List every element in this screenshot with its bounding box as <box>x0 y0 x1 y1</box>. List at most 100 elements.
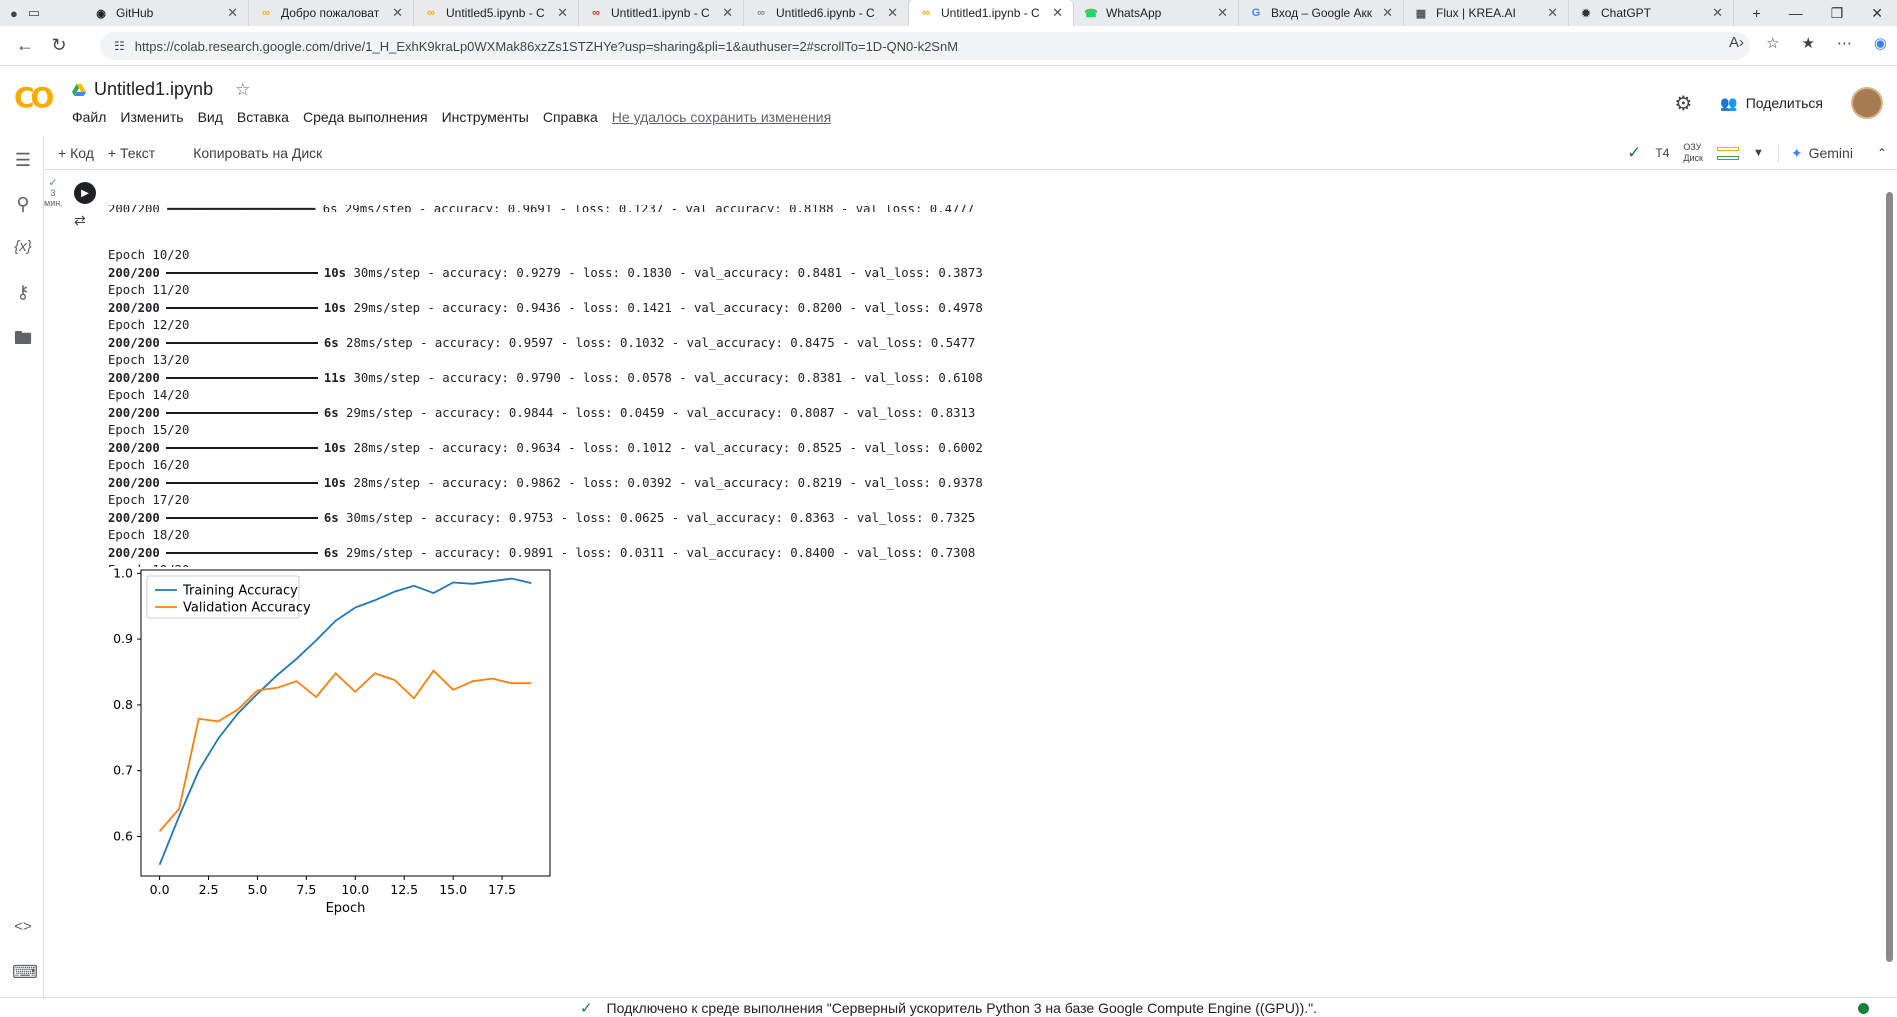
browser-tab[interactable]: ∞ Untitled6.ipynb - C ✕ <box>744 0 909 26</box>
epoch-header: Epoch 16/20 <box>108 458 190 472</box>
add-text-button[interactable]: + Текст <box>108 145 155 161</box>
copilot-icon[interactable]: ◉ <box>1874 34 1887 52</box>
close-tab-icon[interactable]: ✕ <box>392 5 403 21</box>
copy-to-drive-button[interactable]: Копировать на Диск <box>193 145 322 161</box>
epoch-time: 11s <box>323 370 347 385</box>
more-menu-icon[interactable]: ⋯ <box>1837 34 1852 52</box>
secrets-key-icon[interactable]: ⚷ <box>12 282 34 303</box>
output-actions-icon[interactable]: ⇄ <box>74 212 86 229</box>
files-folder-icon[interactable]: 🖿 <box>12 326 34 356</box>
menu-item[interactable]: Справка <box>543 109 598 125</box>
workspaces-icon[interactable]: ▭ <box>28 5 40 21</box>
tab-title: Untitled1.ipynb - C <box>611 6 710 20</box>
menu-bar: Файл Изменить Вид Вставка Среда выполнения Ин… <box>72 109 831 125</box>
status-check-icon: ✓ <box>579 999 593 1017</box>
epoch-progress-line: 200/200 10s 28ms/step - accuracy: 0.9862 … <box>108 475 1868 493</box>
ram-label: ОЗУ <box>1683 142 1702 152</box>
unsaved-changes-link[interactable]: Не удалось сохранить изменения <box>612 109 831 125</box>
colab-icon: ∞ <box>427 7 435 19</box>
close-window-icon[interactable]: ✕ <box>1871 5 1883 22</box>
browser-tab[interactable]: ∞ Untitled5.ipynb - C ✕ <box>414 0 579 26</box>
browser-tab[interactable]: ∞ Untitled1.ipynb - C ✕ <box>909 0 1074 26</box>
close-tab-icon[interactable]: ✕ <box>1382 5 1393 21</box>
epoch-steps: 200/200 <box>108 545 160 560</box>
tab-title: Вход – Google Акк <box>1271 6 1373 20</box>
epoch-metrics: 28ms/step - accuracy: 0.9862 - loss: 0.0… <box>346 475 983 490</box>
resource-bars <box>1716 146 1739 160</box>
browser-tab[interactable]: ∞ Untitled1.ipynb - C ✕ <box>579 0 744 26</box>
menu-item[interactable]: Изменить <box>120 109 183 125</box>
menu-item[interactable]: Среда выполнения <box>303 109 428 125</box>
avatar[interactable] <box>1851 87 1883 119</box>
profile-icon[interactable]: ● <box>10 6 18 21</box>
epoch-progress-line: 200/200 10s 28ms/step - accuracy: 0.9634 … <box>108 440 1868 458</box>
new-tab-icon[interactable]: + <box>1753 5 1761 21</box>
x-tick-label: 0.0 <box>150 882 170 897</box>
connection-status-dot[interactable] <box>1858 1003 1869 1014</box>
collapse-header-icon[interactable]: ⌃ <box>1877 146 1887 160</box>
run-cell-button[interactable]: ▶ <box>74 182 96 204</box>
epoch-time: 6s <box>323 510 339 525</box>
epoch-header: Epoch 13/20 <box>108 353 190 367</box>
left-sidebar: ☰ ⚲ {x} ⚷ 🖿 <> ⌨ <box>0 136 44 998</box>
close-tab-icon[interactable]: ✕ <box>722 5 733 21</box>
close-tab-icon[interactable]: ✕ <box>1547 5 1558 21</box>
settings-gear-icon[interactable]: ⚙ <box>1674 91 1692 116</box>
minimize-icon[interactable]: — <box>1789 5 1803 21</box>
runtime-status[interactable]: ✓ T4 ОЗУ Диск ▼ ✦ Gemini ⌃ <box>1627 142 1887 164</box>
collections-icon[interactable]: ★ <box>1801 34 1814 52</box>
disk-label: Диск <box>1683 153 1703 163</box>
tab-title: ChatGPT <box>1601 6 1652 20</box>
epoch-progress-line: 200/200 6s 28ms/step - accuracy: 0.9597 -… <box>108 335 1868 353</box>
table-of-contents-icon[interactable]: ☰ <box>12 150 34 171</box>
gemini-button[interactable]: ✦ Gemini <box>1777 144 1853 162</box>
header-actions: ⚙ 👥 Поделиться <box>1674 87 1883 119</box>
browser-tab[interactable]: ∞ Добро пожаловат ✕ <box>249 0 414 26</box>
vertical-scrollbar[interactable] <box>1882 172 1897 992</box>
read-aloud-icon[interactable]: A› <box>1729 34 1744 52</box>
menu-item[interactable]: Файл <box>72 109 106 125</box>
scrollbar-thumb[interactable] <box>1886 192 1893 962</box>
restore-icon[interactable]: ❐ <box>1831 5 1844 22</box>
browser-tab[interactable]: ☎ WhatsApp ✕ <box>1074 0 1239 26</box>
epoch-progress-line: 200/200 10s 30ms/step - accuracy: 0.9279 … <box>108 265 1868 283</box>
menu-item[interactable]: Инструменты <box>442 109 529 125</box>
tab-list: ◉ GitHub ✕ ∞ Добро пожаловат ✕ ∞ Untitled5.ipyn… <box>84 0 1734 26</box>
site-info-icon[interactable]: ☷ <box>114 39 125 53</box>
menu-item[interactable]: Вид <box>198 109 223 125</box>
favorite-star-icon[interactable]: ☆ <box>1766 34 1779 52</box>
add-code-button[interactable]: + Код <box>58 145 94 161</box>
cell-gutter: ✓ 3 мин. ▶ ⇄ <box>44 172 104 992</box>
browser-tab[interactable]: ✹ ChatGPT ✕ <box>1569 0 1734 26</box>
runtime-dropdown-icon[interactable]: ▼ <box>1753 147 1764 159</box>
tab-title: Untitled1.ipynb - C <box>941 6 1040 20</box>
close-tab-icon[interactable]: ✕ <box>227 5 238 21</box>
reload-icon[interactable]: ↻ <box>42 35 76 56</box>
browser-tab[interactable]: ◉ GitHub ✕ <box>84 0 249 26</box>
back-icon[interactable]: ← <box>8 35 42 56</box>
notebook-title-row: Untitled1.ipynb ☆ <box>72 79 250 100</box>
close-tab-icon[interactable]: ✕ <box>1712 5 1723 21</box>
notebook-title[interactable]: Untitled1.ipynb <box>94 79 213 100</box>
accuracy-chart: 0.0 2.5 5.0 7.5 10.0 12.5 15.0 17.5 0.6 0.7 0.8 0.9… <box>93 560 688 990</box>
close-tab-icon[interactable]: ✕ <box>557 5 568 21</box>
share-button[interactable]: 👥 Поделиться <box>1710 91 1833 116</box>
legend-label: Validation Accuracy <box>183 601 311 616</box>
browser-tab[interactable]: ▦ Flux | KREA.AI ✕ <box>1404 0 1569 26</box>
star-icon[interactable]: ☆ <box>235 80 250 100</box>
x-tick-label: 2.5 <box>199 882 219 897</box>
close-tab-icon[interactable]: ✕ <box>1217 5 1228 21</box>
close-tab-icon[interactable]: ✕ <box>1052 5 1063 21</box>
epoch-header: Epoch 11/20 <box>108 283 190 297</box>
close-tab-icon[interactable]: ✕ <box>887 5 898 21</box>
variables-icon[interactable]: {x} <box>12 238 34 255</box>
colab-logo[interactable]: CO <box>14 81 54 114</box>
code-snippets-icon[interactable]: <> <box>12 918 34 935</box>
menu-item[interactable]: Вставка <box>237 109 289 125</box>
search-icon[interactable]: ⚲ <box>12 194 34 215</box>
notebook-toolbar: + Код + Текст Копировать на Диск ✓ T4 ОЗ… <box>44 136 1897 170</box>
url-input[interactable]: ☷ https://colab.research.google.com/driv… <box>100 32 1750 60</box>
terminal-icon[interactable]: ⌨ <box>12 962 38 983</box>
epoch-time: 10s <box>323 300 347 315</box>
browser-tab[interactable]: G Вход – Google Акк ✕ <box>1239 0 1404 26</box>
